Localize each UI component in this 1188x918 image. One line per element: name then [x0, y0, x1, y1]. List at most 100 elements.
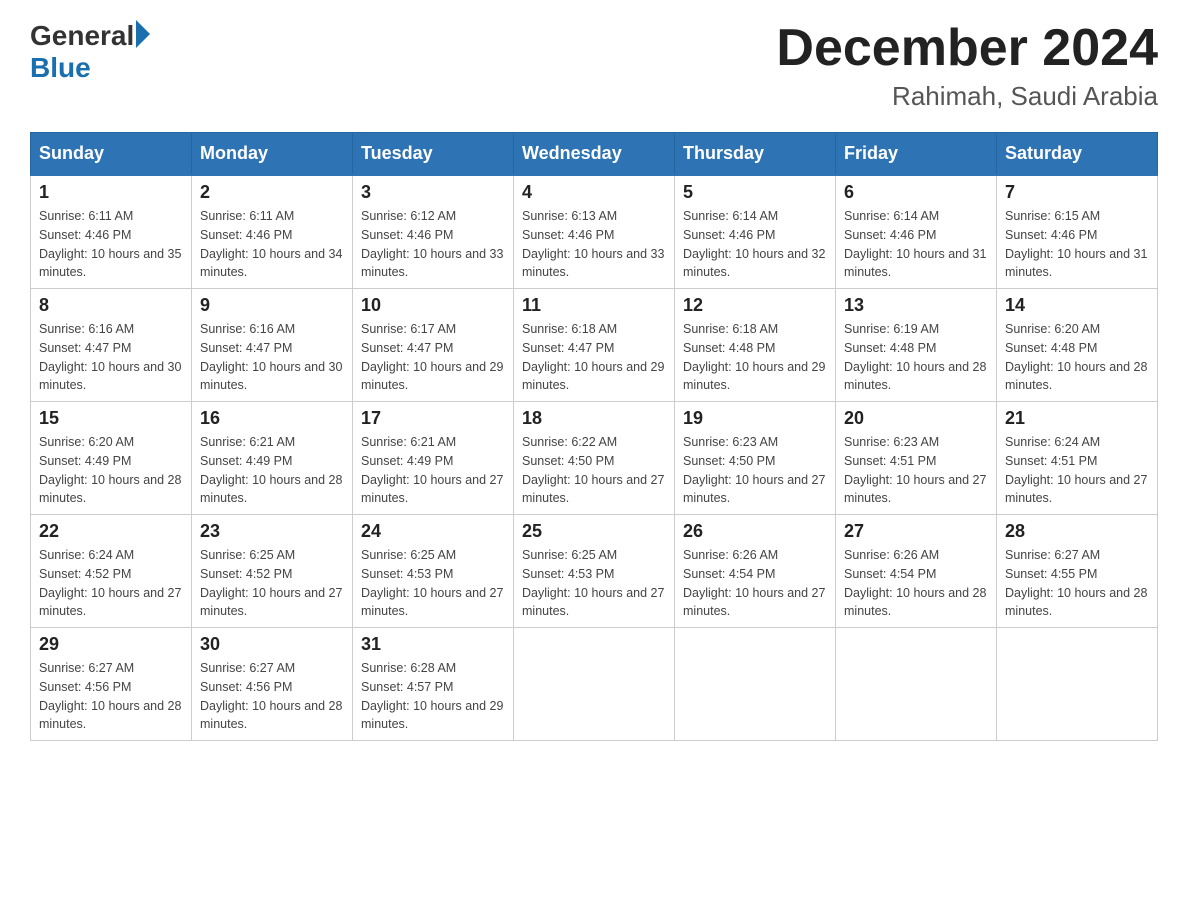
calendar-day-cell	[997, 628, 1158, 741]
day-number: 1	[39, 182, 183, 203]
day-number: 3	[361, 182, 505, 203]
calendar-week-row: 15Sunrise: 6:20 AMSunset: 4:49 PMDayligh…	[31, 402, 1158, 515]
day-of-week-header: Sunday	[31, 133, 192, 176]
day-number: 19	[683, 408, 827, 429]
day-info: Sunrise: 6:16 AMSunset: 4:47 PMDaylight:…	[39, 320, 183, 395]
calendar-day-cell: 6 Sunrise: 6:14 AMSunset: 4:46 PMDaylight…	[836, 175, 997, 289]
logo-blue-text: Blue	[30, 52, 91, 84]
calendar-day-cell: 21 Sunrise: 6:24 AMSunset: 4:51 PMDayligh…	[997, 402, 1158, 515]
day-number: 17	[361, 408, 505, 429]
day-number: 6	[844, 182, 988, 203]
calendar-day-cell: 26 Sunrise: 6:26 AMSunset: 4:54 PMDayligh…	[675, 515, 836, 628]
day-number: 5	[683, 182, 827, 203]
day-info: Sunrise: 6:16 AMSunset: 4:47 PMDaylight:…	[200, 320, 344, 395]
calendar-week-row: 8 Sunrise: 6:16 AMSunset: 4:47 PMDaylight…	[31, 289, 1158, 402]
day-number: 7	[1005, 182, 1149, 203]
calendar-day-cell: 27Sunrise: 6:26 AMSunset: 4:54 PMDayligh…	[836, 515, 997, 628]
day-info: Sunrise: 6:25 AMSunset: 4:53 PMDaylight:…	[522, 546, 666, 621]
calendar-day-cell: 14Sunrise: 6:20 AMSunset: 4:48 PMDayligh…	[997, 289, 1158, 402]
day-number: 30	[200, 634, 344, 655]
day-number: 8	[39, 295, 183, 316]
day-info: Sunrise: 6:14 AMSunset: 4:46 PMDaylight:…	[844, 207, 988, 282]
day-info: Sunrise: 6:17 AMSunset: 4:47 PMDaylight:…	[361, 320, 505, 395]
calendar-day-cell	[514, 628, 675, 741]
calendar-day-cell: 17 Sunrise: 6:21 AMSunset: 4:49 PMDayligh…	[353, 402, 514, 515]
page-header: General Blue December 2024 Rahimah, Saud…	[30, 20, 1158, 112]
day-of-week-header: Wednesday	[514, 133, 675, 176]
calendar-day-cell: 23 Sunrise: 6:25 AMSunset: 4:52 PMDayligh…	[192, 515, 353, 628]
logo-blue-part	[134, 24, 150, 48]
calendar-day-cell: 10Sunrise: 6:17 AMSunset: 4:47 PMDayligh…	[353, 289, 514, 402]
day-number: 21	[1005, 408, 1149, 429]
calendar-day-cell: 9 Sunrise: 6:16 AMSunset: 4:47 PMDaylight…	[192, 289, 353, 402]
day-info: Sunrise: 6:11 AMSunset: 4:46 PMDaylight:…	[39, 207, 183, 282]
day-number: 22	[39, 521, 183, 542]
calendar-day-cell	[675, 628, 836, 741]
day-info: Sunrise: 6:24 AMSunset: 4:52 PMDaylight:…	[39, 546, 183, 621]
calendar-day-cell: 8 Sunrise: 6:16 AMSunset: 4:47 PMDaylight…	[31, 289, 192, 402]
day-info: Sunrise: 6:27 AMSunset: 4:56 PMDaylight:…	[39, 659, 183, 734]
day-number: 16	[200, 408, 344, 429]
day-number: 13	[844, 295, 988, 316]
calendar-day-cell: 25 Sunrise: 6:25 AMSunset: 4:53 PMDayligh…	[514, 515, 675, 628]
calendar-body: 1 Sunrise: 6:11 AMSunset: 4:46 PMDaylight…	[31, 175, 1158, 741]
calendar-week-row: 29 Sunrise: 6:27 AMSunset: 4:56 PMDayligh…	[31, 628, 1158, 741]
day-number: 9	[200, 295, 344, 316]
calendar-day-cell: 20 Sunrise: 6:23 AMSunset: 4:51 PMDayligh…	[836, 402, 997, 515]
day-info: Sunrise: 6:26 AMSunset: 4:54 PMDaylight:…	[683, 546, 827, 621]
day-info: Sunrise: 6:21 AMSunset: 4:49 PMDaylight:…	[361, 433, 505, 508]
day-info: Sunrise: 6:25 AMSunset: 4:52 PMDaylight:…	[200, 546, 344, 621]
calendar-header: SundayMondayTuesdayWednesdayThursdayFrid…	[31, 133, 1158, 176]
calendar-day-cell: 2 Sunrise: 6:11 AMSunset: 4:46 PMDaylight…	[192, 175, 353, 289]
calendar-day-cell: 11Sunrise: 6:18 AMSunset: 4:47 PMDayligh…	[514, 289, 675, 402]
day-number: 15	[39, 408, 183, 429]
calendar-day-cell: 30 Sunrise: 6:27 AMSunset: 4:56 PMDayligh…	[192, 628, 353, 741]
day-of-week-header: Saturday	[997, 133, 1158, 176]
day-info: Sunrise: 6:18 AMSunset: 4:48 PMDaylight:…	[683, 320, 827, 395]
day-number: 2	[200, 182, 344, 203]
day-info: Sunrise: 6:24 AMSunset: 4:51 PMDaylight:…	[1005, 433, 1149, 508]
day-number: 29	[39, 634, 183, 655]
calendar-day-cell: 1 Sunrise: 6:11 AMSunset: 4:46 PMDaylight…	[31, 175, 192, 289]
day-info: Sunrise: 6:14 AMSunset: 4:46 PMDaylight:…	[683, 207, 827, 282]
calendar-day-cell: 4Sunrise: 6:13 AMSunset: 4:46 PMDaylight…	[514, 175, 675, 289]
calendar-day-cell: 7Sunrise: 6:15 AMSunset: 4:46 PMDaylight…	[997, 175, 1158, 289]
day-info: Sunrise: 6:21 AMSunset: 4:49 PMDaylight:…	[200, 433, 344, 508]
days-of-week-row: SundayMondayTuesdayWednesdayThursdayFrid…	[31, 133, 1158, 176]
day-info: Sunrise: 6:23 AMSunset: 4:51 PMDaylight:…	[844, 433, 988, 508]
day-number: 28	[1005, 521, 1149, 542]
day-info: Sunrise: 6:13 AMSunset: 4:46 PMDaylight:…	[522, 207, 666, 282]
day-number: 25	[522, 521, 666, 542]
logo-general-text: General	[30, 20, 134, 52]
calendar-table: SundayMondayTuesdayWednesdayThursdayFrid…	[30, 132, 1158, 741]
day-info: Sunrise: 6:22 AMSunset: 4:50 PMDaylight:…	[522, 433, 666, 508]
day-info: Sunrise: 6:11 AMSunset: 4:46 PMDaylight:…	[200, 207, 344, 282]
calendar-week-row: 22 Sunrise: 6:24 AMSunset: 4:52 PMDayligh…	[31, 515, 1158, 628]
title-block: December 2024 Rahimah, Saudi Arabia	[776, 20, 1158, 112]
day-info: Sunrise: 6:27 AMSunset: 4:56 PMDaylight:…	[200, 659, 344, 734]
calendar-day-cell: 5 Sunrise: 6:14 AMSunset: 4:46 PMDaylight…	[675, 175, 836, 289]
calendar-day-cell: 13 Sunrise: 6:19 AMSunset: 4:48 PMDayligh…	[836, 289, 997, 402]
day-of-week-header: Tuesday	[353, 133, 514, 176]
calendar-day-cell: 16 Sunrise: 6:21 AMSunset: 4:49 PMDayligh…	[192, 402, 353, 515]
day-info: Sunrise: 6:27 AMSunset: 4:55 PMDaylight:…	[1005, 546, 1149, 621]
calendar-week-row: 1 Sunrise: 6:11 AMSunset: 4:46 PMDaylight…	[31, 175, 1158, 289]
day-number: 12	[683, 295, 827, 316]
day-number: 31	[361, 634, 505, 655]
logo-triangle-icon	[136, 20, 150, 48]
day-number: 14	[1005, 295, 1149, 316]
calendar-day-cell: 15Sunrise: 6:20 AMSunset: 4:49 PMDayligh…	[31, 402, 192, 515]
day-of-week-header: Friday	[836, 133, 997, 176]
day-number: 26	[683, 521, 827, 542]
calendar-day-cell: 22 Sunrise: 6:24 AMSunset: 4:52 PMDayligh…	[31, 515, 192, 628]
day-of-week-header: Thursday	[675, 133, 836, 176]
day-number: 23	[200, 521, 344, 542]
day-number: 20	[844, 408, 988, 429]
day-number: 24	[361, 521, 505, 542]
day-of-week-header: Monday	[192, 133, 353, 176]
day-info: Sunrise: 6:19 AMSunset: 4:48 PMDaylight:…	[844, 320, 988, 395]
calendar-day-cell: 31 Sunrise: 6:28 AMSunset: 4:57 PMDayligh…	[353, 628, 514, 741]
calendar-day-cell: 24Sunrise: 6:25 AMSunset: 4:53 PMDayligh…	[353, 515, 514, 628]
day-info: Sunrise: 6:28 AMSunset: 4:57 PMDaylight:…	[361, 659, 505, 734]
calendar-day-cell	[836, 628, 997, 741]
